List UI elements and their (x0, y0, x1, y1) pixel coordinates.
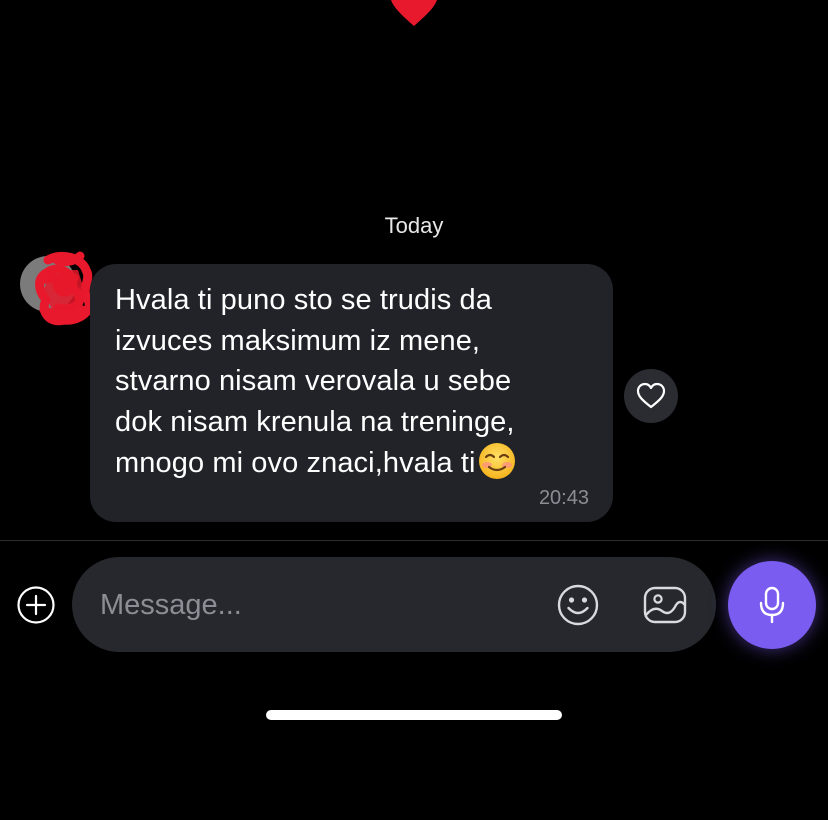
composer-divider (0, 540, 828, 541)
message-line: Hvala ti puno sto se trudis da (115, 284, 492, 316)
message-text: Hvala ti puno sto se trudis da izvuces m… (115, 280, 595, 484)
red-heart-icon (391, 0, 437, 26)
message-timestamp: 20:43 (538, 487, 589, 509)
image-icon[interactable] (642, 583, 688, 627)
microphone-icon (759, 586, 785, 624)
sender-avatar[interactable] (20, 251, 94, 326)
message-line: mnogo mi ovo znaci,hvala ti (115, 447, 476, 479)
heart-outline-icon (636, 382, 666, 409)
smiling-face-emoji-icon (478, 443, 515, 479)
date-separator: Today (384, 213, 444, 238)
message-line: dok nisam krenula na treninge, (115, 405, 515, 438)
message-bubble[interactable]: Hvala ti puno sto se trudis da izvuces m… (90, 264, 613, 522)
home-indicator[interactable] (266, 710, 562, 720)
message-line: izvuces maksimum iz mene, (115, 324, 481, 357)
react-heart-button[interactable] (624, 369, 678, 423)
smiley-icon[interactable] (556, 583, 600, 627)
message-line: stvarno nisam verovala u sebe (115, 365, 512, 397)
plus-circle-icon[interactable] (16, 585, 56, 625)
message-composer (72, 557, 716, 652)
message-input[interactable] (98, 577, 542, 634)
voice-record-button[interactable] (728, 561, 816, 649)
